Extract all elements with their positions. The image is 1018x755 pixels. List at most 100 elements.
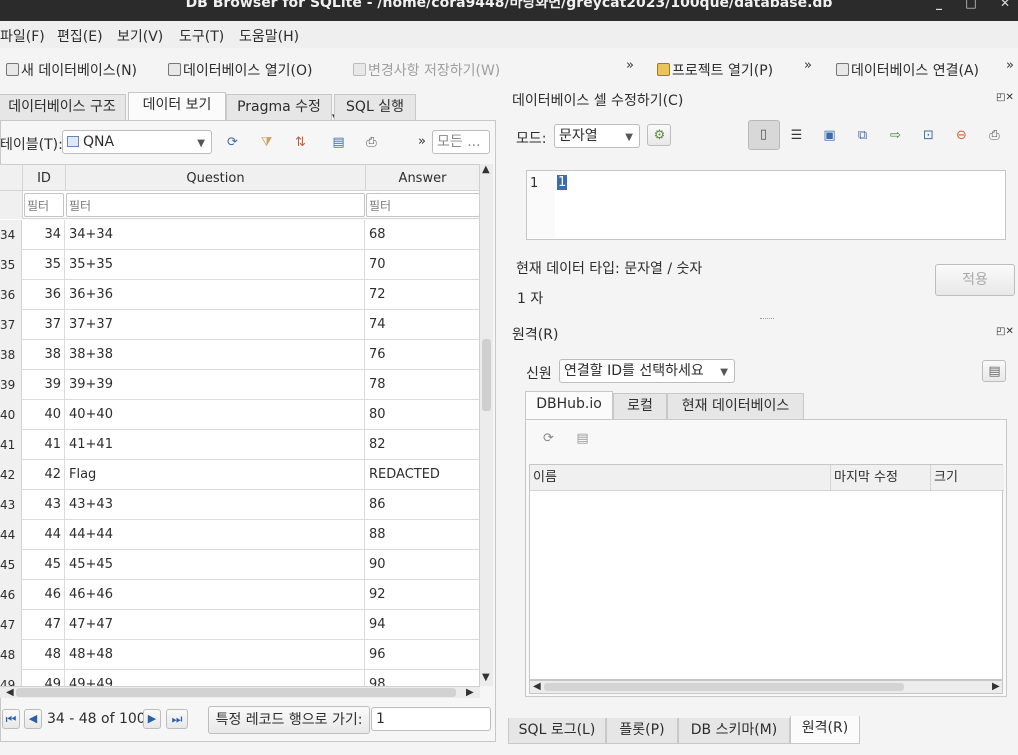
clear-filters-icon[interactable]: ⧩	[258, 134, 275, 151]
scroll-down-icon[interactable]: ▼	[482, 672, 490, 683]
cell-question[interactable]: 47+47	[66, 610, 365, 640]
tab-remote[interactable]: 원격(R)	[790, 716, 860, 744]
tab-edit-pragmas[interactable]: Pragma 수정	[226, 94, 332, 120]
cell-id[interactable]: 45	[23, 550, 65, 580]
cell-answer[interactable]: 74	[366, 310, 480, 340]
open-database-button[interactable]: 데이터베이스 열기(O)	[168, 60, 312, 80]
table-row[interactable]: 48 48 48+48 96	[0, 640, 480, 670]
table-select[interactable]: QNA ▼	[62, 130, 212, 154]
tab-sql-log[interactable]: SQL 로그(L)	[508, 718, 606, 744]
filter-input-id[interactable]: 필터	[24, 193, 64, 217]
cell-answer[interactable]: 98	[366, 670, 480, 686]
column-header-answer[interactable]: Answer	[366, 165, 480, 191]
tab-local[interactable]: 로컬	[613, 393, 667, 419]
minimize-button[interactable]: _	[930, 0, 948, 12]
cell-question[interactable]: 38+38	[66, 340, 365, 370]
word-wrap-toggle[interactable]: ▯	[748, 120, 780, 150]
close-button[interactable]: ✕	[996, 0, 1014, 12]
filter-input-question[interactable]: 필터	[66, 193, 365, 217]
table-row[interactable]: 43 43 43+43 86	[0, 490, 480, 520]
cell-answer[interactable]: 78	[366, 370, 480, 400]
menu-view[interactable]: 보기(V)	[117, 26, 163, 46]
table-row[interactable]: 47 47 47+47 94	[0, 610, 480, 640]
toolbar-overflow-3-icon[interactable]: »	[1006, 58, 1014, 73]
sort-icon[interactable]: ⇅	[292, 134, 309, 151]
cell-id[interactable]: 49	[23, 670, 65, 686]
set-as-null-icon[interactable]: ⇨	[887, 127, 904, 144]
table-row[interactable]: 42 42 Flag REDACTED	[0, 460, 480, 490]
column-header-name[interactable]: 이름	[530, 465, 831, 491]
cell-question[interactable]: 41+41	[66, 430, 365, 460]
cell-question[interactable]: 49+49	[66, 670, 365, 686]
cell-answer[interactable]: 90	[366, 550, 480, 580]
grid-horizontal-scrollbar[interactable]: ◀ ▶	[0, 686, 480, 698]
cell-answer[interactable]: 70	[366, 250, 480, 280]
export-file-icon[interactable]: ⧉	[854, 127, 871, 144]
cell-answer[interactable]: REDACTED	[366, 460, 480, 490]
scroll-left-icon[interactable]: ◀	[6, 687, 14, 698]
table-row[interactable]: 45 45 45+45 90	[0, 550, 480, 580]
column-header-id[interactable]: ID	[23, 165, 66, 191]
cell-id[interactable]: 37	[23, 310, 65, 340]
scroll-up-icon[interactable]: ▲	[482, 164, 490, 175]
new-database-button[interactable]: 새 데이터베이스(N)	[6, 60, 137, 80]
cell-question[interactable]: 44+44	[66, 520, 365, 550]
cell-id[interactable]: 35	[23, 250, 65, 280]
cell-question[interactable]: 45+45	[66, 550, 365, 580]
cell-answer[interactable]: 68	[366, 220, 480, 250]
table-row[interactable]: 41 41 41+41 82	[0, 430, 480, 460]
cell-answer[interactable]: 88	[366, 520, 480, 550]
cell-question[interactable]: 40+40	[66, 400, 365, 430]
cell-id[interactable]: 42	[23, 460, 65, 490]
remote-float-pane-icon[interactable]: ◰✕	[996, 326, 1014, 337]
table-row[interactable]: 38 38 38+38 76	[0, 340, 480, 370]
menu-help[interactable]: 도움말(H)	[239, 26, 299, 46]
table-row[interactable]: 37 37 37+37 74	[0, 310, 480, 340]
cell-answer[interactable]: 80	[366, 400, 480, 430]
cell-question[interactable]: 48+48	[66, 640, 365, 670]
cell-answer[interactable]: 96	[366, 640, 480, 670]
toolbar-overflow-2-icon[interactable]: »	[804, 58, 812, 73]
attach-database-button[interactable]: 데이터베이스 연결(A)	[836, 60, 979, 80]
grid-vertical-scrollbar[interactable]: ▲ ▼	[479, 164, 493, 686]
last-page-button[interactable]: ⏭	[166, 709, 188, 729]
tab-browse-data[interactable]: 데이터 보기	[128, 92, 226, 120]
previous-page-button[interactable]: ◀	[24, 709, 42, 729]
clear-cell-icon[interactable]: ⊖	[953, 127, 970, 144]
cell-question[interactable]: Flag	[66, 460, 365, 490]
table-row[interactable]: 49 49 49+49 98	[0, 670, 480, 686]
cell-id[interactable]: 38	[23, 340, 65, 370]
cell-id[interactable]: 41	[23, 430, 65, 460]
refresh-icon[interactable]: ⟳	[224, 134, 241, 151]
print-cell-icon[interactable]: ⎙	[986, 127, 1003, 144]
table-row[interactable]: 39 39 39+39 78	[0, 370, 480, 400]
cell-id[interactable]: 47	[23, 610, 65, 640]
remote-horizontal-scroll-thumb[interactable]	[544, 683, 904, 691]
table-row[interactable]: 40 40 40+40 80	[0, 400, 480, 430]
clone-database-icon[interactable]: ▤	[574, 430, 591, 447]
menu-edit[interactable]: 편집(E)	[57, 26, 103, 46]
column-header-question[interactable]: Question	[66, 165, 366, 191]
tab-dbhub[interactable]: DBHub.io	[525, 391, 613, 419]
table-row[interactable]: 35 35 35+35 70	[0, 250, 480, 280]
cell-answer[interactable]: 82	[366, 430, 480, 460]
remote-horizontal-scrollbar[interactable]: ◀ ▶	[529, 680, 1003, 694]
cell-editor[interactable]: 1 1	[526, 170, 1006, 240]
cell-id[interactable]: 43	[23, 490, 65, 520]
cell-question[interactable]: 35+35	[66, 250, 365, 280]
remote-scroll-left-icon[interactable]: ◀	[533, 681, 541, 692]
cell-answer[interactable]: 86	[366, 490, 480, 520]
cell-id[interactable]: 44	[23, 520, 65, 550]
cell-question[interactable]: 37+37	[66, 310, 365, 340]
auto-switch-mode-button[interactable]: ⚙	[647, 124, 671, 146]
cell-id[interactable]: 34	[23, 220, 65, 250]
open-project-button[interactable]: 프로젝트 열기(P)	[657, 60, 773, 80]
next-page-button[interactable]: ▶	[143, 709, 161, 729]
toolbar-overflow-icon[interactable]: »	[626, 58, 634, 73]
splitter-handle[interactable]	[760, 318, 774, 320]
tab-database-structure[interactable]: 데이터베이스 구조	[0, 94, 126, 120]
cell-answer[interactable]: 94	[366, 610, 480, 640]
tab-plot[interactable]: 플롯(P)	[606, 718, 678, 744]
copy-cell-icon[interactable]: ⊡	[920, 127, 937, 144]
write-changes-button[interactable]: 변경사항 저장하기(W)	[353, 60, 500, 80]
